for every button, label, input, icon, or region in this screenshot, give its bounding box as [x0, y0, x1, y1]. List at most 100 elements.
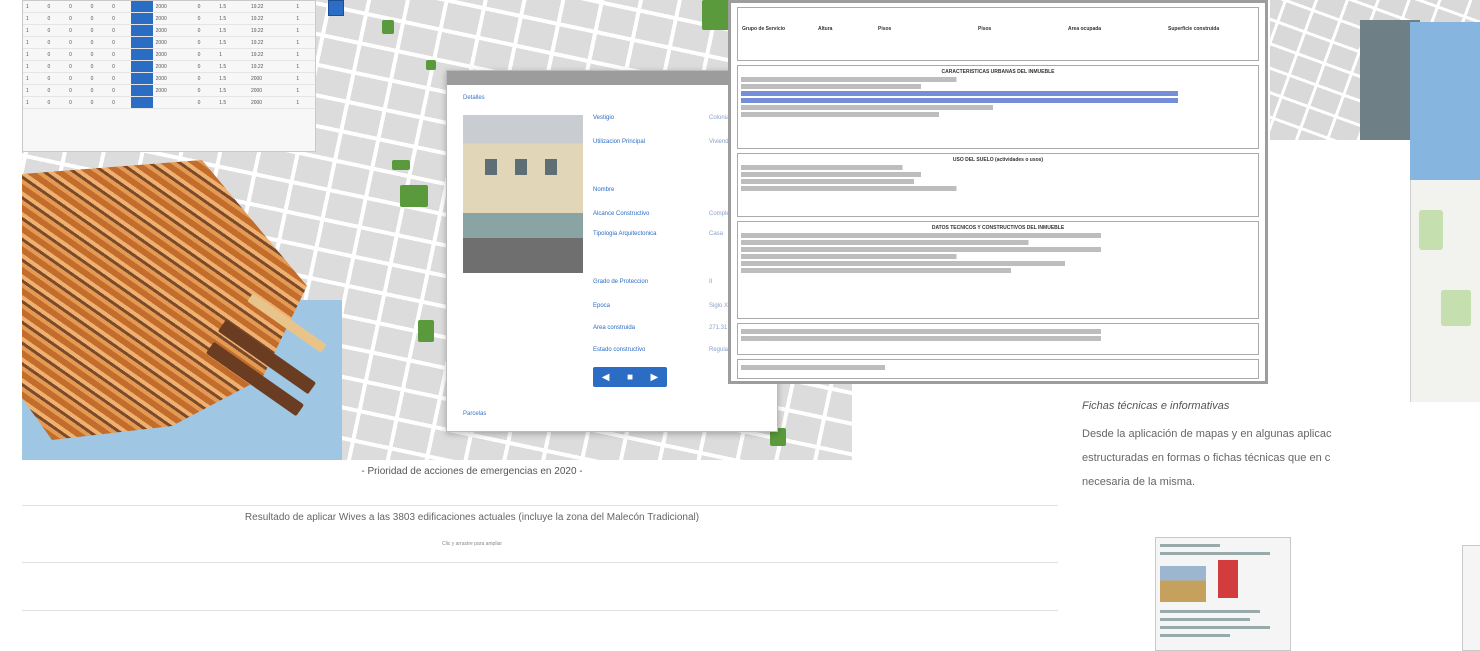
table-cell: 0 [66, 48, 88, 61]
table-cell: 1 [293, 60, 315, 73]
prev-button[interactable]: ◀ [602, 372, 610, 383]
table-cell: 2000 [247, 84, 294, 97]
section-title: DATOS TECNICOS Y CONSTRUCTIVOS DEL INMUE… [931, 225, 1065, 231]
table-cell: 0 [44, 24, 67, 37]
parcels-link[interactable]: Parcelas [463, 411, 486, 417]
table-cell: 1 [293, 36, 315, 49]
table-cell: 0 [87, 36, 110, 49]
table-row[interactable]: 1 0 0 0 0 0 1.5 2000 1 [23, 96, 315, 109]
table-cell: 1 [23, 84, 45, 97]
table-cell: 0 [66, 1, 88, 13]
table-cell: 0 [87, 72, 110, 85]
table-cell [130, 36, 153, 49]
details-link[interactable]: Detalles [463, 95, 485, 101]
thumb-photo [1160, 566, 1206, 602]
table-cell: 0 [44, 48, 67, 61]
table-cell: 2000 [152, 60, 195, 73]
technical-sheet-thumbnail[interactable] [1462, 545, 1480, 651]
attribute-table[interactable]: 1 0 0 0 0 2000 0 1.5 19.22 1 1 0 0 0 0 2000 0 1.5 19.22 1 1 0… [22, 0, 316, 152]
field-label: Tipologia Arquitectonica [593, 231, 657, 237]
table-cell: 1 [23, 60, 45, 73]
result-caption: Resultado de aplicar Wives a las 3803 ed… [244, 512, 700, 523]
popup-pager[interactable]: ◀ ■ ▶ [593, 367, 667, 387]
table-row[interactable]: 1 0 0 0 0 2000 0 1.5 2000 1 [23, 84, 315, 97]
table-cell: 0 [109, 24, 131, 37]
table-cell: 0 [44, 12, 67, 25]
table-cell: 0 [44, 1, 67, 13]
body-text-line: necesaria de la misma. [1082, 476, 1196, 488]
field-label: Vestigio [593, 115, 615, 121]
table-cell: 0 [87, 60, 110, 73]
table-cell: 0 [66, 36, 88, 49]
technical-sheet-thumbnail[interactable] [1155, 537, 1291, 651]
field-label: Nombre [593, 187, 615, 193]
land-use-box: USO DEL SUELO (actividades o usos) [737, 153, 1259, 217]
sheet-link[interactable] [741, 91, 1255, 96]
body-text-line: estructuradas en formas o fichas técnica… [1082, 452, 1331, 464]
table-cell: 0 [194, 36, 217, 49]
sheet-notes-box [737, 323, 1259, 355]
sheet-footer-box [737, 359, 1259, 379]
table-row[interactable]: 1 0 0 0 0 2000 0 1.5 19.22 1 [23, 36, 315, 49]
field-label: Grado de Proteccion [593, 279, 649, 285]
park-block [418, 320, 434, 342]
table-cell: 2000 [247, 96, 294, 109]
thumb-line [1160, 552, 1270, 555]
table-cell: 1.5 [216, 96, 248, 109]
stop-button[interactable]: ■ [627, 372, 633, 383]
sheet-field-label: Pisos [878, 26, 892, 32]
table-cell: 1 [293, 12, 315, 25]
table-cell: 19.22 [247, 12, 294, 25]
table-row[interactable]: 1 0 0 0 0 2000 0 1.5 19.22 1 [23, 60, 315, 73]
table-cell: 0 [109, 96, 131, 109]
table-cell: 19.22 [247, 48, 294, 61]
technical-sheet[interactable]: Grupo de Servicio Altura Pisos Pisos Area oc… [728, 0, 1268, 384]
thumb-line [1160, 610, 1260, 613]
window [485, 159, 497, 175]
table-cell: 0 [44, 36, 67, 49]
table-cell: 0 [194, 1, 217, 13]
table-cell: 0 [87, 96, 110, 109]
table-row[interactable]: 1 0 0 0 0 2000 0 1 19.22 1 [23, 48, 315, 61]
table-cell: 1 [23, 24, 45, 37]
table-cell: 0 [44, 84, 67, 97]
table-cell: 19.22 [247, 36, 294, 49]
table-cell: 19.22 [247, 24, 294, 37]
table-cell: 1 [293, 84, 315, 97]
table-row[interactable]: 1 0 0 0 0 2000 0 1.5 19.22 1 [23, 12, 315, 25]
table-cell: 2000 [152, 48, 195, 61]
table-cell: 0 [109, 36, 131, 49]
table-cell: 0 [109, 60, 131, 73]
section-title: CARACTERISTICAS URBANAS DEL INMUEBLE [941, 69, 1055, 75]
field-label: Alcance Constructivo [593, 211, 650, 217]
table-cell: 1.5 [216, 60, 248, 73]
section-title: USO DEL SUELO (actividades o usos) [952, 157, 1044, 163]
park-area [1441, 290, 1471, 326]
table-cell [152, 96, 195, 109]
table-row[interactable]: 1 0 0 0 0 2000 0 1.5 19.22 1 [23, 1, 315, 13]
next-button[interactable]: ▶ [651, 372, 659, 383]
table-cell [130, 72, 153, 85]
map-zoom-button[interactable] [328, 0, 344, 16]
table-cell: 0 [66, 60, 88, 73]
sheet-link[interactable] [741, 98, 1255, 103]
sheet-field-label: Area ocupada [1068, 26, 1102, 32]
divider [22, 505, 1058, 506]
technical-data-box: DATOS TECNICOS Y CONSTRUCTIVOS DEL INMUE… [737, 221, 1259, 319]
table-cell: 1 [23, 96, 45, 109]
table-cell: 0 [87, 1, 110, 13]
sheet-field-label: Pisos [978, 26, 992, 32]
table-cell: 0 [194, 84, 217, 97]
table-cell [130, 60, 153, 73]
table-cell: 0 [109, 1, 131, 13]
table-cell: 1.5 [216, 1, 248, 13]
table-row[interactable]: 1 0 0 0 0 2000 0 1.5 2000 1 [23, 72, 315, 85]
table-row[interactable]: 1 0 0 0 0 2000 0 1.5 19.22 1 [23, 24, 315, 37]
table-cell: 0 [194, 72, 217, 85]
table-cell: 1 [23, 36, 45, 49]
table-cell: 0 [194, 96, 217, 109]
right-map-detail[interactable] [1410, 180, 1480, 402]
table-cell: 2000 [152, 84, 195, 97]
table-cell: 0 [109, 72, 131, 85]
thumb-line [1160, 626, 1270, 629]
